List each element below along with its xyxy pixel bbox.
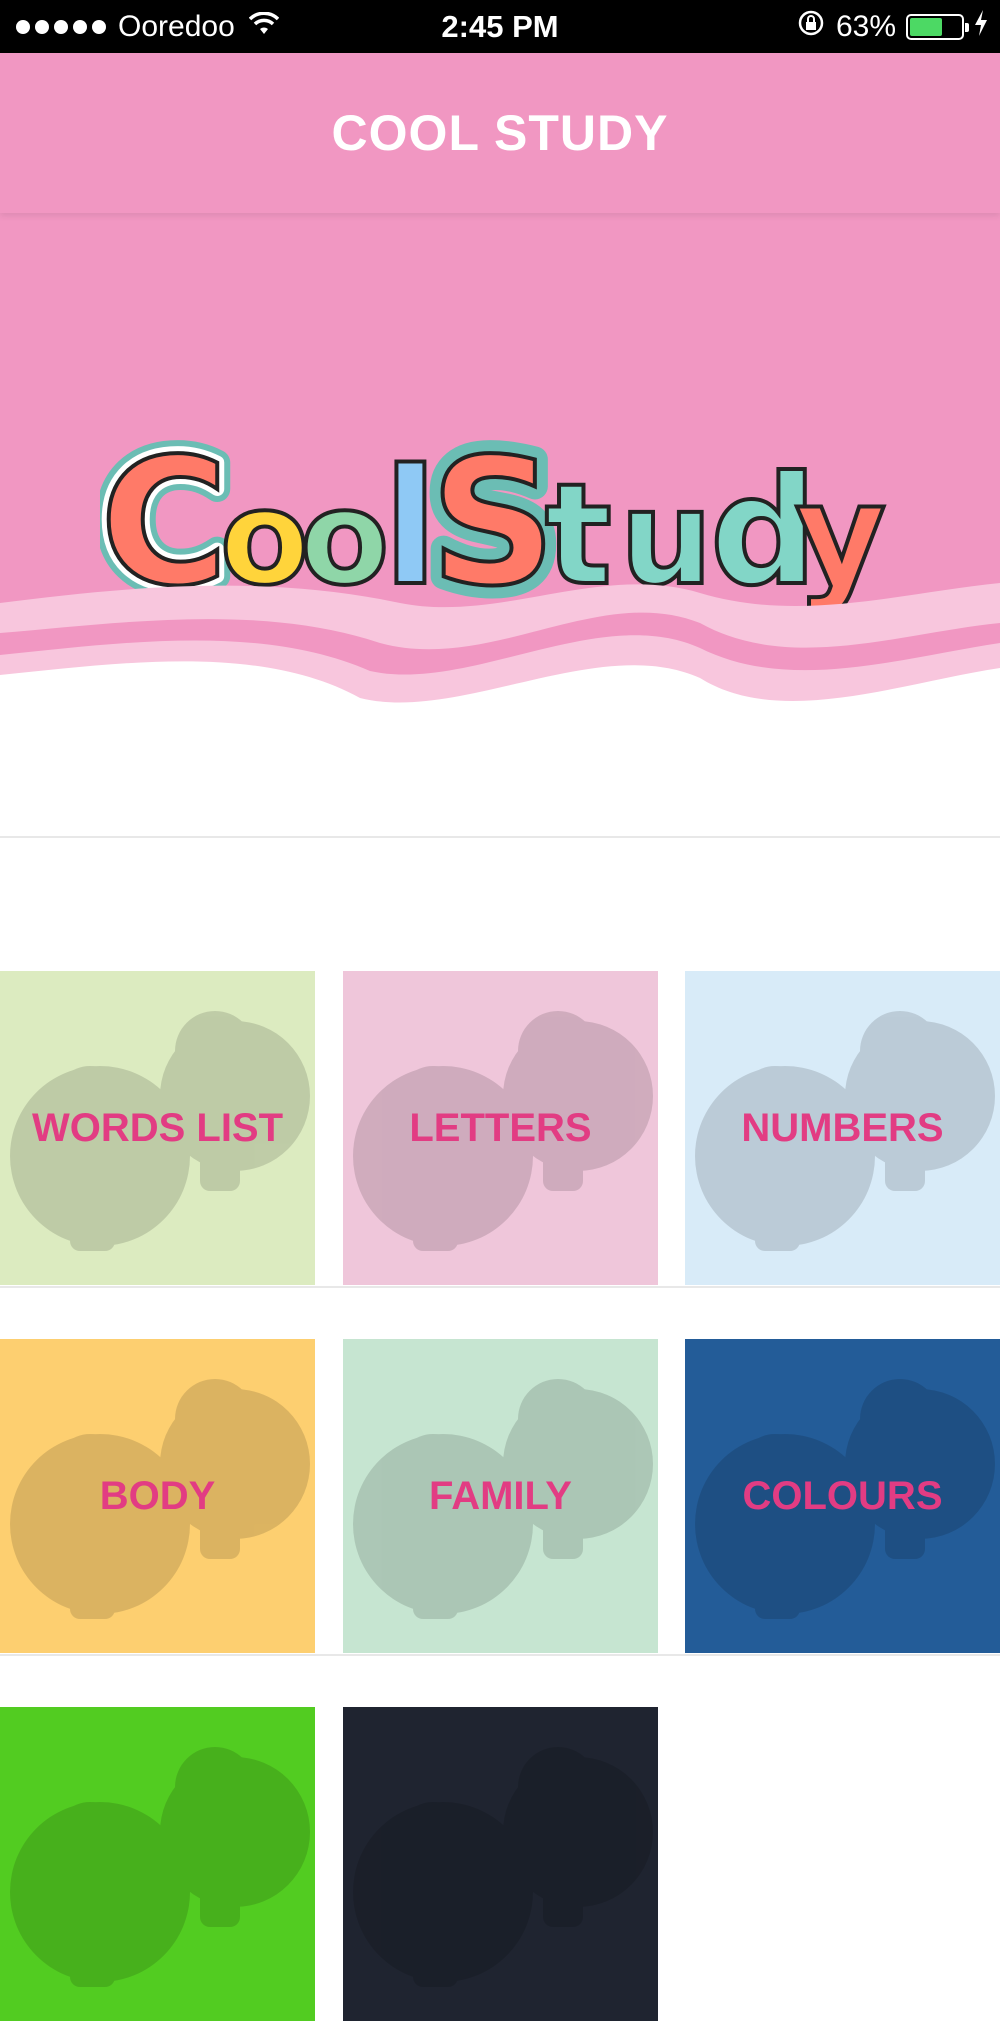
charging-icon <box>974 9 988 44</box>
tile-label: FAMILY <box>429 1473 572 1518</box>
tile-numbers[interactable]: NUMBERS <box>685 971 1000 1285</box>
row-divider <box>0 1286 1000 1288</box>
row-divider <box>0 1654 1000 1656</box>
tile-family[interactable]: FAMILY <box>343 1339 658 1653</box>
tile-body[interactable]: BODY <box>0 1339 315 1653</box>
tile-label: LETTERS <box>409 1105 592 1150</box>
tile-label: NUMBERS <box>741 1105 944 1150</box>
status-bar: Ooredoo 2:45 PM 63% <box>0 0 1000 53</box>
page-title: COOL STUDY <box>331 105 669 161</box>
battery-icon <box>906 13 969 40</box>
tile-label <box>0 1707 315 2021</box>
tile-label: WORDS LIST <box>31 1105 284 1150</box>
app-header: COOL STUDY <box>0 53 1000 213</box>
battery-percent: 63% <box>835 9 896 43</box>
tile-label <box>343 1707 658 2021</box>
tile-letters[interactable]: LETTERS <box>343 971 658 1285</box>
tile-category-8[interactable] <box>343 1707 658 2021</box>
tile-label: BODY <box>99 1473 216 1518</box>
divider <box>0 836 1000 838</box>
hero-wave <box>0 583 1000 793</box>
tile-label: COLOURS <box>742 1473 943 1518</box>
orientation-lock-icon <box>796 8 826 46</box>
tile-colours[interactable]: COLOURS <box>685 1339 1000 1653</box>
status-right: 63% <box>796 0 988 53</box>
hero-banner: C C C o o l S S t u d y <box>0 213 1000 793</box>
tile-words-list[interactable]: WORDS LIST <box>0 971 315 1285</box>
tile-category-7[interactable] <box>0 1707 315 2021</box>
